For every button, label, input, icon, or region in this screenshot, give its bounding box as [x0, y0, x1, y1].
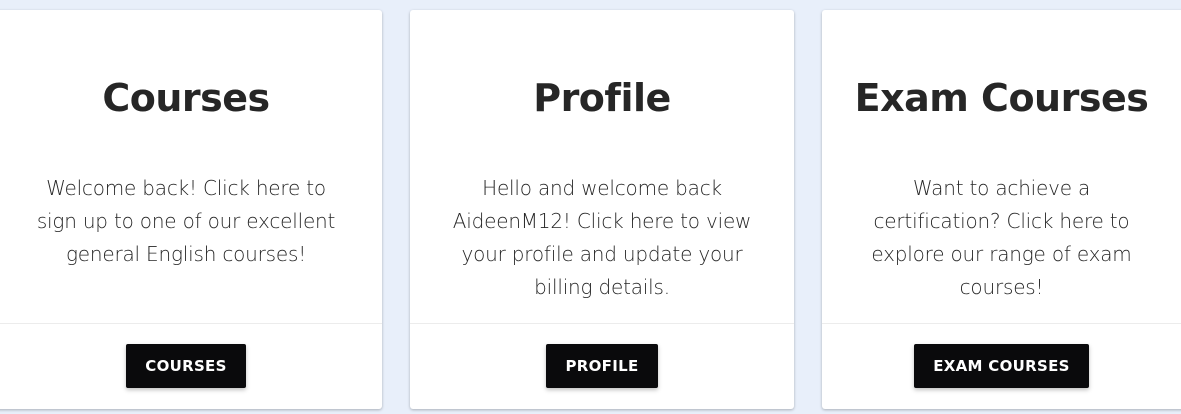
courses-card: Courses Welcome back! Click here to sign… [0, 10, 382, 409]
exam-courses-card-title: Exam Courses [854, 76, 1149, 120]
profile-card-body: Profile Hello and welcome back AideenM12… [410, 10, 794, 324]
courses-button[interactable]: COURSES [126, 344, 246, 388]
exam-courses-card-footer: EXAM COURSES [822, 323, 1181, 409]
page: { "cards": [ { "title": "Courses", "text… [0, 0, 1181, 414]
profile-card: Profile Hello and welcome back AideenM12… [410, 10, 794, 409]
exam-courses-card-body: Exam Courses Want to achieve a certifica… [822, 10, 1181, 324]
exam-courses-card-text: Want to achieve a certification? Click h… [871, 176, 1132, 299]
exam-courses-button[interactable]: EXAM COURSES [914, 344, 1089, 388]
profile-card-footer: PROFILE [410, 323, 794, 409]
courses-card-text: Welcome back! Click here to sign up to o… [36, 176, 336, 266]
exam-courses-card: Exam Courses Want to achieve a certifica… [822, 10, 1181, 409]
profile-card-title: Profile [533, 76, 671, 120]
profile-button[interactable]: PROFILE [546, 344, 658, 388]
courses-card-footer: COURSES [0, 323, 382, 409]
courses-card-body: Courses Welcome back! Click here to sign… [0, 10, 382, 324]
courses-card-title: Courses [102, 76, 270, 120]
profile-card-text: Hello and welcome back AideenM12! Click … [452, 176, 752, 299]
